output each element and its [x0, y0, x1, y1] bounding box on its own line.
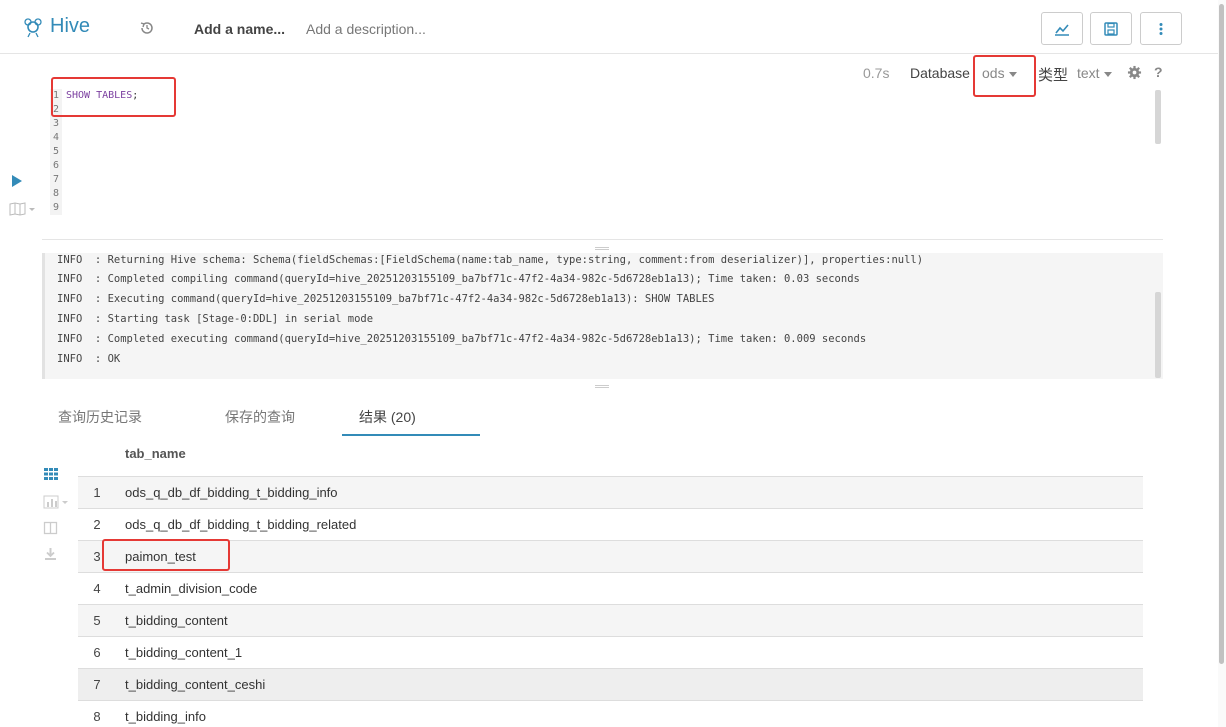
- table-row[interactable]: 7 t_bidding_content_ceshi: [78, 668, 1143, 700]
- editor-gutter: 1 2 3 4 5 6 7 8 9: [50, 89, 62, 215]
- tab-results[interactable]: 结果 (20): [359, 407, 416, 427]
- page-scrollbar[interactable]: [1219, 4, 1224, 664]
- chart-button[interactable]: [1041, 12, 1083, 45]
- log-line: INFO : Returning Hive schema: Schema(fie…: [57, 254, 924, 266]
- table-cell: t_admin_division_code: [125, 581, 258, 596]
- history-icon[interactable]: [139, 20, 155, 36]
- table-cell: t_bidding_content_ceshi: [125, 677, 266, 692]
- editor-scrollbar[interactable]: [1155, 90, 1161, 144]
- type-value: text: [1077, 65, 1100, 81]
- database-value: ods: [982, 65, 1005, 81]
- line-number: 1: [52, 90, 60, 101]
- sql-editor-line[interactable]: SHOW TABLES;: [66, 89, 138, 103]
- row-number: 7: [93, 677, 101, 692]
- execution-time: 0.7s: [863, 65, 890, 81]
- row-number: 2: [93, 517, 101, 532]
- log-scrollbar[interactable]: [1155, 292, 1161, 378]
- hive-bee-icon: [24, 17, 42, 37]
- line-number: 8: [52, 188, 60, 199]
- row-number: 8: [93, 709, 101, 724]
- table-cell: ods_q_db_df_bidding_t_bidding_related: [125, 517, 357, 532]
- table-row[interactable]: 8 t_bidding_info: [78, 700, 1143, 727]
- table-row[interactable]: 1 ods_q_db_df_bidding_t_bidding_info: [78, 476, 1143, 508]
- help-icon[interactable]: ?: [1154, 64, 1163, 80]
- grid-view-icon[interactable]: [43, 467, 59, 481]
- query-log: INFO : Returning Hive schema: Schema(fie…: [42, 253, 1163, 379]
- line-number: 5: [52, 146, 60, 157]
- table-row[interactable]: 5 t_bidding_content: [78, 604, 1143, 636]
- log-line: INFO : OK: [57, 353, 121, 365]
- floppy-icon: [1104, 21, 1118, 36]
- query-description-field[interactable]: Add a description...: [306, 21, 426, 37]
- row-number: 4: [93, 581, 101, 596]
- save-button[interactable]: [1090, 12, 1132, 45]
- line-number: 9: [52, 202, 60, 213]
- sql-semicolon: ;: [132, 90, 139, 101]
- tab-query-history[interactable]: 查询历史记录: [58, 407, 142, 427]
- type-select[interactable]: text: [1077, 65, 1112, 81]
- tab-saved-queries[interactable]: 保存的查询: [225, 407, 295, 427]
- resize-handle[interactable]: [595, 247, 609, 250]
- table-cell: ods_q_db_df_bidding_t_bidding_info: [125, 485, 338, 500]
- chevron-down-icon: [1008, 71, 1017, 77]
- line-number: 7: [52, 174, 60, 185]
- table-cell: paimon_test: [125, 549, 196, 564]
- line-chart-icon: [1055, 23, 1069, 36]
- hive-logo[interactable]: Hive: [22, 15, 90, 38]
- editor-divider: [42, 239, 1163, 240]
- column-header-tab-name[interactable]: tab_name: [125, 446, 186, 461]
- results-table: 1 ods_q_db_df_bidding_t_bidding_info 2 o…: [78, 476, 1143, 727]
- table-row[interactable]: 3 paimon_test: [78, 540, 1143, 572]
- table-row[interactable]: 6 t_bidding_content_1: [78, 636, 1143, 668]
- log-line: INFO : Starting task [Stage-0:DDL] in se…: [57, 313, 374, 325]
- row-number: 3: [93, 549, 101, 564]
- log-line: INFO : Executing command(queryId=hive_20…: [57, 293, 715, 305]
- database-label: Database: [910, 65, 970, 81]
- query-name-field[interactable]: Add a name...: [194, 21, 285, 37]
- result-tabs: 查询历史记录 保存的查询 结果 (20): [42, 393, 1163, 437]
- map-icon[interactable]: [9, 202, 37, 216]
- vertical-dots-icon: [1159, 22, 1163, 35]
- resize-handle[interactable]: [595, 385, 609, 388]
- chevron-down-icon: [1103, 71, 1112, 77]
- active-tab-indicator: [342, 434, 480, 436]
- line-number: 2: [52, 104, 60, 115]
- row-number: 1: [93, 485, 101, 500]
- table-row[interactable]: 2 ods_q_db_df_bidding_t_bidding_related: [78, 508, 1143, 540]
- columns-icon[interactable]: [43, 521, 59, 535]
- table-cell: t_bidding_content_1: [125, 645, 243, 660]
- more-options-button[interactable]: [1140, 12, 1182, 45]
- run-query-icon[interactable]: [12, 175, 22, 187]
- table-cell: t_bidding_content: [125, 613, 228, 628]
- row-number: 5: [93, 613, 101, 628]
- type-label: 类型: [1038, 67, 1069, 84]
- line-number: 6: [52, 160, 60, 171]
- log-line: INFO : Completed executing command(query…: [57, 333, 867, 345]
- sql-keyword: SHOW TABLES: [66, 90, 133, 101]
- download-icon[interactable]: [43, 547, 59, 561]
- header-bar: Hive Add a name... Add a description...: [0, 0, 1218, 54]
- table-cell: t_bidding_info: [125, 709, 206, 724]
- table-row[interactable]: 4 t_admin_division_code: [78, 572, 1143, 604]
- log-line: INFO : Completed compiling command(query…: [57, 273, 860, 285]
- line-number: 3: [52, 118, 60, 129]
- app-name: Hive: [50, 15, 91, 37]
- database-select[interactable]: ods: [982, 65, 1017, 81]
- row-number: 6: [93, 645, 101, 660]
- bar-chart-icon[interactable]: [43, 495, 71, 509]
- gear-icon[interactable]: [1127, 65, 1142, 80]
- line-number: 4: [52, 132, 60, 143]
